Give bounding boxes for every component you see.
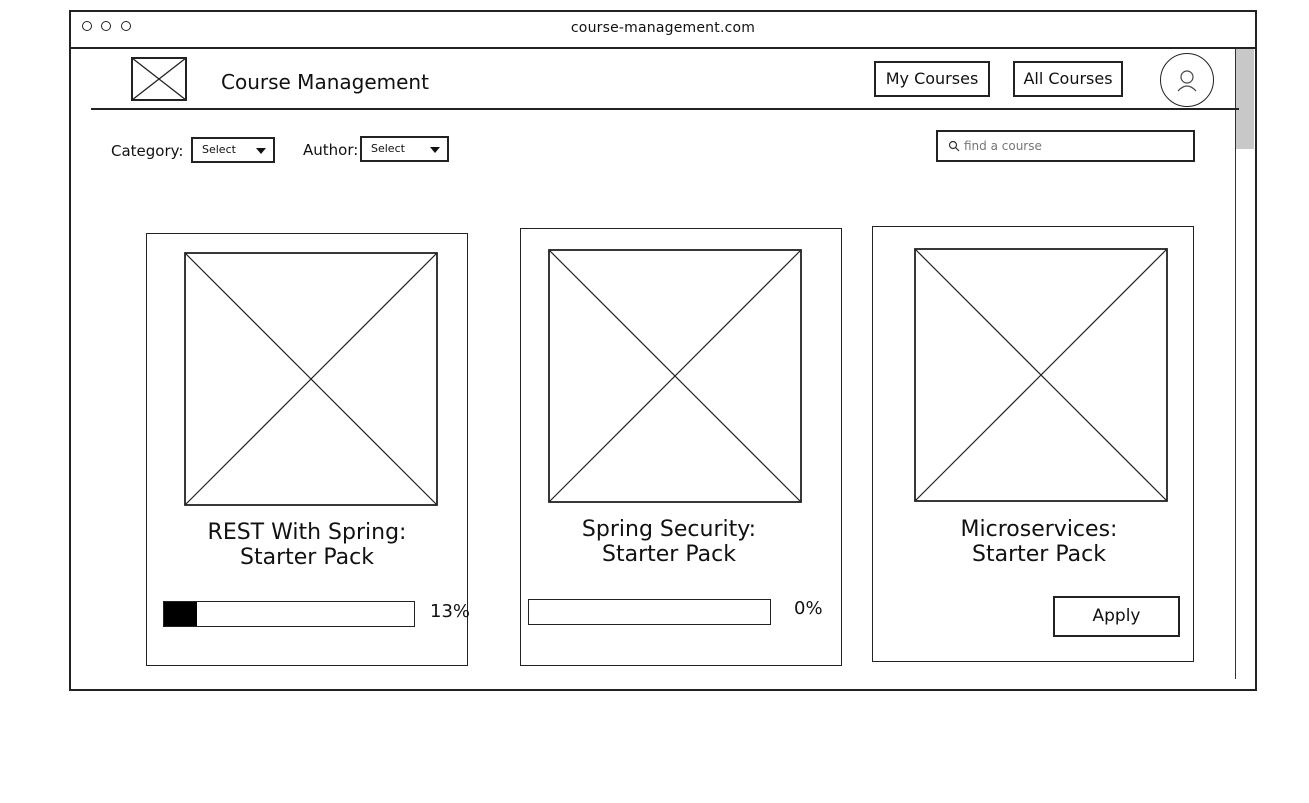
browser-titlebar: course-management.com (71, 12, 1255, 49)
author-select-value: Select (371, 142, 405, 155)
all-courses-button[interactable]: All Courses (1013, 61, 1123, 97)
author-select[interactable]: Select (360, 136, 449, 162)
logo-image-placeholder-icon (131, 57, 187, 101)
course-title-line1: Spring Security: (581, 517, 757, 542)
course-title: Spring Security: Starter Pack (509, 517, 829, 567)
course-title-line2: Starter Pack (602, 542, 736, 567)
course-title-line2: Starter Pack (240, 545, 374, 570)
my-courses-button[interactable]: My Courses (874, 61, 990, 97)
course-title: Microservices: Starter Pack (879, 517, 1199, 567)
course-title-line1: REST With Spring: (207, 520, 407, 545)
course-progress-percent: 0% (794, 598, 823, 619)
header-divider (91, 108, 1239, 110)
user-avatar[interactable] (1160, 53, 1214, 107)
search-box[interactable] (936, 130, 1195, 162)
course-title-line2: Starter Pack (972, 542, 1106, 567)
chevron-down-icon (256, 148, 266, 154)
category-select-value: Select (202, 143, 236, 156)
course-card[interactable]: REST With Spring: Starter Pack 13% (146, 233, 471, 666)
course-progress-bar (528, 599, 771, 625)
course-card[interactable]: Microservices: Starter Pack Apply (872, 226, 1194, 662)
user-icon (1177, 70, 1197, 92)
apply-button[interactable]: Apply (1053, 596, 1180, 637)
course-progress-bar (163, 601, 415, 627)
course-image-placeholder-icon (548, 249, 802, 503)
author-label: Author: (303, 141, 359, 159)
course-progress-percent: 13% (430, 601, 471, 622)
search-input[interactable] (964, 136, 1184, 156)
course-progress-fill (164, 602, 197, 626)
course-title-line1: Microservices: (960, 517, 1118, 542)
category-label: Category: (111, 142, 184, 160)
vertical-scrollbar[interactable] (1235, 49, 1255, 679)
course-image-placeholder-icon (914, 248, 1168, 502)
address-bar-url[interactable]: course-management.com (71, 20, 1255, 36)
course-card[interactable]: Spring Security: Starter Pack 0% (520, 228, 842, 666)
app-title: Course Management (221, 70, 429, 94)
search-icon (948, 140, 960, 152)
course-title: REST With Spring: Starter Pack (147, 520, 467, 570)
course-image-placeholder-icon (184, 252, 438, 506)
chevron-down-icon (430, 147, 440, 153)
category-select[interactable]: Select (191, 137, 275, 163)
scrollbar-thumb[interactable] (1236, 49, 1254, 149)
browser-window: course-management.com Course Management … (69, 10, 1257, 691)
